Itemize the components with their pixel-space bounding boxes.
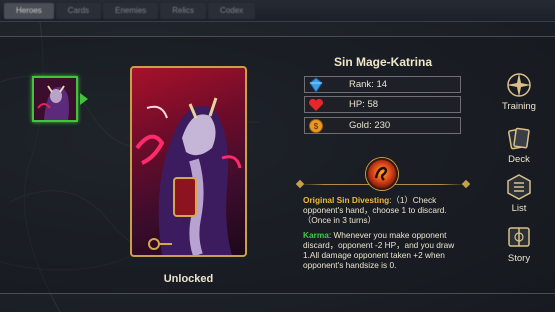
- list-label: List: [511, 203, 527, 214]
- story-label: Story: [507, 253, 531, 264]
- svg-text:$: $: [314, 122, 319, 131]
- hero-status-label: Unlocked: [163, 273, 214, 285]
- tab-heroes[interactable]: Heroes: [4, 2, 54, 19]
- sin-emblem-icon: [366, 158, 398, 190]
- gold-row: $ Gold: 230: [304, 117, 461, 134]
- hp-row: HP: 58: [304, 96, 461, 113]
- story-book-icon: [504, 222, 534, 252]
- gold-value: Gold: 230: [349, 120, 391, 131]
- top-tab-bar: Heroes Cards Enemies Relics Codex: [0, 0, 555, 22]
- heart-icon: [305, 96, 327, 113]
- hero-portrait-icon: [34, 78, 76, 120]
- rank-row: Rank: 14: [304, 76, 461, 93]
- gold-coin-icon: $: [305, 117, 327, 134]
- skill-name: Original Sin Divesting: [303, 195, 390, 205]
- rank-value: Rank: 14: [349, 79, 388, 90]
- training-button[interactable]: Training: [496, 70, 542, 114]
- deck-label: Deck: [508, 154, 530, 165]
- selection-arrow-icon: [80, 93, 88, 105]
- list-emblem-icon: [504, 172, 534, 202]
- hero-card-art: [130, 66, 247, 257]
- deck-cards-icon: [504, 123, 534, 153]
- rank-gem-icon: [305, 76, 327, 93]
- story-button[interactable]: Story: [496, 222, 542, 266]
- deck-button[interactable]: Deck: [496, 123, 542, 167]
- hero-thumbnail-selected[interactable]: [32, 76, 78, 122]
- tab-enemies[interactable]: Enemies: [103, 2, 159, 19]
- tab-codex[interactable]: Codex: [208, 2, 256, 19]
- hero-detail-panel: [0, 36, 555, 294]
- tab-cards[interactable]: Cards: [55, 2, 102, 19]
- hero-illustration: [135, 97, 242, 255]
- training-label: Training: [502, 101, 536, 112]
- skill-name: Karma: [303, 230, 329, 240]
- tab-relics[interactable]: Relics: [160, 2, 207, 19]
- hp-value: HP: 58: [349, 99, 379, 110]
- training-compass-icon: [504, 70, 534, 100]
- skill-karma: Karma: Whenever you make opponent discar…: [303, 230, 468, 270]
- skill-original-sin: Original Sin Divesting:（1）Check opponent…: [303, 195, 468, 225]
- hero-name-title: Sin Mage-Katrina: [333, 55, 432, 69]
- list-button[interactable]: List: [496, 172, 542, 216]
